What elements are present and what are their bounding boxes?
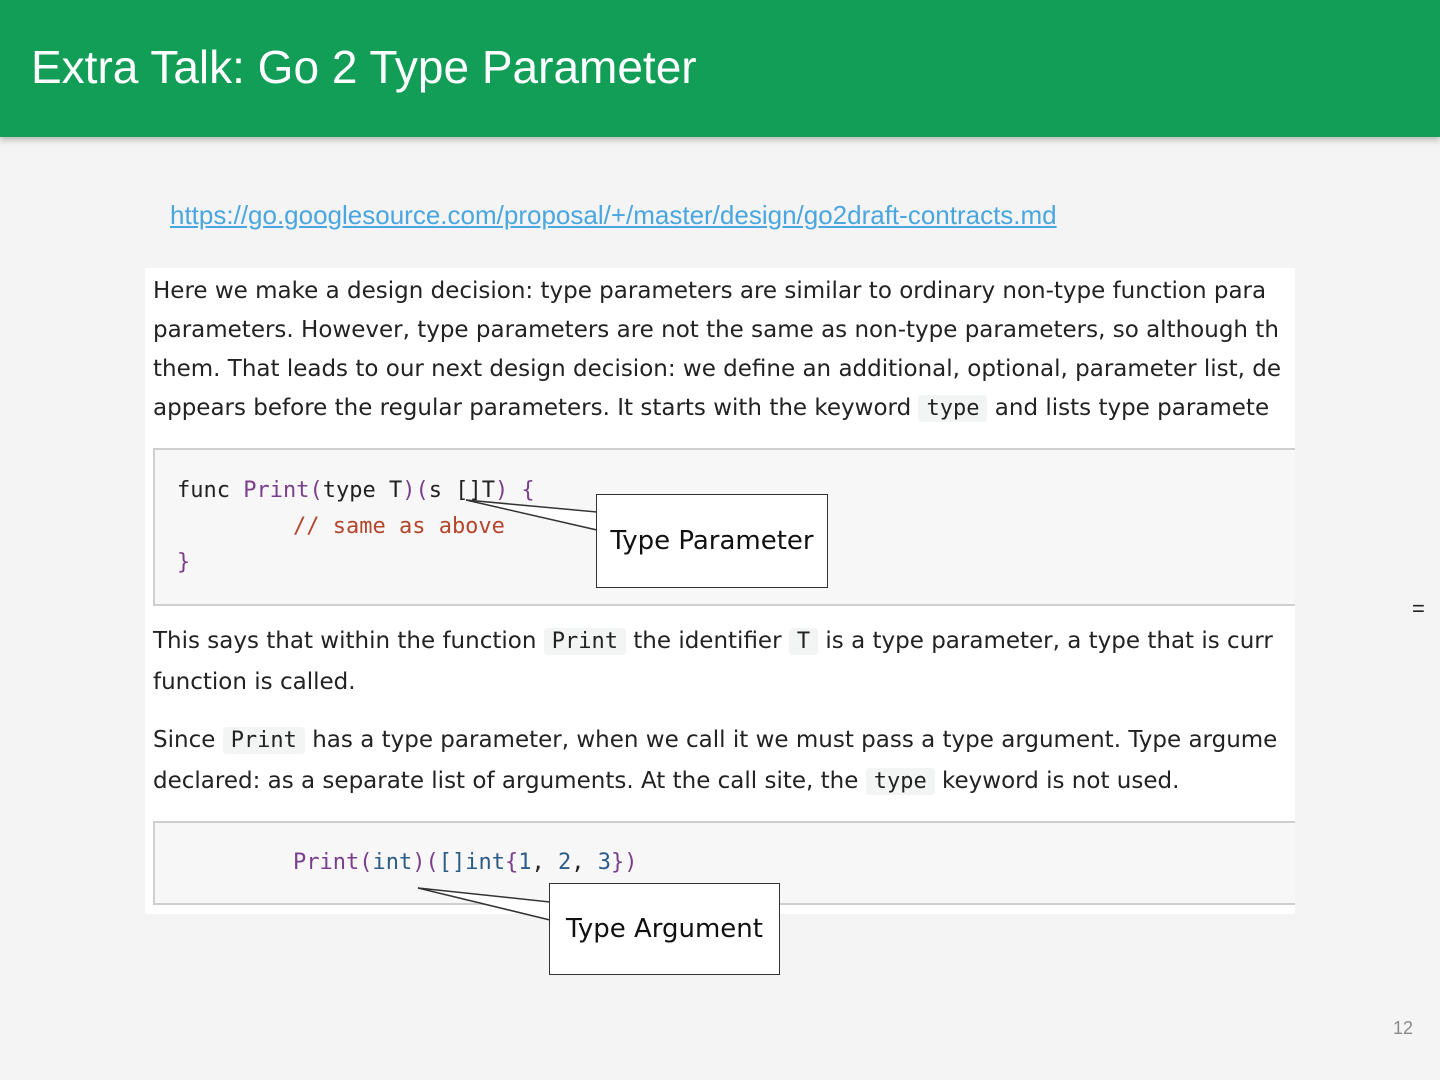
side-mark: =	[1412, 596, 1425, 621]
callout-pointer-type-argument	[417, 887, 551, 921]
page-number: 12	[1393, 1018, 1414, 1038]
callout-type-argument: Type Argument	[549, 883, 780, 975]
callout-type-parameter: Type Parameter	[596, 494, 828, 588]
callout-pointer-type-parameter	[465, 499, 598, 531]
